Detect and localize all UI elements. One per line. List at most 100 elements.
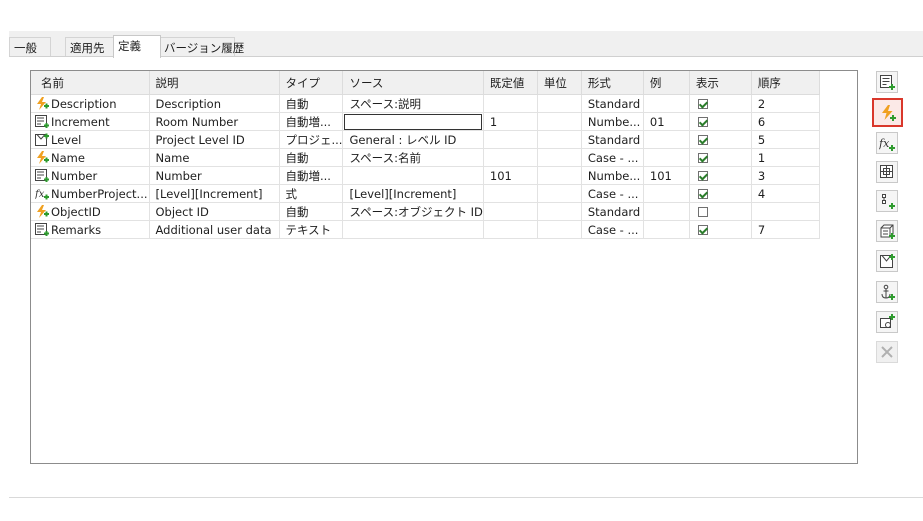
cell-example[interactable] [643, 130, 690, 149]
cell-visible[interactable] [689, 148, 752, 167]
property-definition-grid[interactable]: 名前 説明 タイプ ソース 既定値 単位 形式 例 表示 順序 Descript… [30, 70, 858, 464]
delete-property-button[interactable] [876, 341, 898, 363]
cell-type[interactable]: プロジェ... [279, 130, 344, 149]
cell-example[interactable]: 01 [643, 112, 690, 131]
add-text-property-button[interactable] [876, 71, 898, 93]
column-header-type[interactable]: タイプ [279, 71, 344, 95]
cell-type[interactable]: 式 [279, 184, 344, 203]
column-header-visible[interactable]: 表示 [689, 71, 752, 95]
cell-visible[interactable] [689, 94, 752, 113]
add-formula-property-button[interactable]: fx [876, 132, 898, 154]
cell-unit[interactable] [537, 148, 582, 167]
cell-default[interactable] [483, 202, 538, 221]
table-row[interactable]: ObjectID Object ID 自動 スペース:オブジェクト ID Standar… [31, 202, 820, 221]
cell-unit[interactable] [537, 94, 582, 113]
visible-checkbox[interactable] [697, 224, 708, 235]
cell-name[interactable]: ObjectID [31, 202, 150, 221]
cell-format[interactable]: Case - ... [581, 184, 644, 203]
cell-description[interactable]: [Level][Increment] [149, 184, 280, 203]
cell-unit[interactable] [537, 220, 582, 239]
cell-format[interactable]: Standard [581, 94, 644, 113]
cell-format[interactable]: Standard [581, 130, 644, 149]
cell-name[interactable]: Description [31, 94, 150, 113]
cell-name[interactable]: Number [31, 166, 150, 185]
column-header-default[interactable]: 既定値 [483, 71, 538, 95]
add-list-property-button[interactable] [876, 190, 898, 212]
add-reference-property-button[interactable] [876, 311, 898, 333]
cell-format[interactable]: Standard [581, 202, 644, 221]
cell-description[interactable]: Object ID [149, 202, 280, 221]
cell-order[interactable]: 6 [751, 112, 820, 131]
cell-format[interactable]: Case - ... [581, 220, 644, 239]
cell-example[interactable] [643, 202, 690, 221]
cell-type[interactable]: 自動増... [279, 166, 344, 185]
column-header-name[interactable]: 名前 [31, 71, 150, 95]
cell-description[interactable]: Project Level ID [149, 130, 280, 149]
cell-default[interactable]: 1 [483, 112, 538, 131]
cell-order[interactable]: 7 [751, 220, 820, 239]
column-header-example[interactable]: 例 [643, 71, 690, 95]
cell-example[interactable] [643, 220, 690, 239]
cell-visible[interactable] [689, 112, 752, 131]
cell-source[interactable]: General : レベル ID [342, 130, 484, 149]
visible-checkbox[interactable] [697, 116, 708, 127]
cell-format[interactable]: Numbe... [581, 166, 644, 185]
visible-checkbox[interactable] [697, 170, 708, 181]
cell-example[interactable] [643, 148, 690, 167]
cell-visible[interactable] [689, 130, 752, 149]
visible-checkbox[interactable] [697, 206, 708, 217]
visible-checkbox[interactable] [697, 134, 708, 145]
column-header-description[interactable]: 説明 [149, 71, 280, 95]
table-row[interactable]: Level Project Level ID プロジェ... General : レベ… [31, 130, 820, 149]
cell-default[interactable] [483, 220, 538, 239]
cell-source[interactable]: スペース:オブジェクト ID [342, 202, 484, 221]
add-anchor-property-button[interactable] [876, 281, 898, 303]
cell-unit[interactable] [537, 202, 582, 221]
add-level-property-button[interactable] [876, 250, 898, 272]
cell-visible[interactable] [689, 184, 752, 203]
cell-name[interactable]: fx NumberProject... [31, 184, 150, 203]
cell-visible[interactable] [689, 202, 752, 221]
cell-format[interactable]: Case - ... [581, 148, 644, 167]
table-row[interactable]: Name Name 自動 スペース:名前 Case - ... 1 [31, 148, 820, 167]
cell-default[interactable]: 101 [483, 166, 538, 185]
cell-order[interactable]: 1 [751, 148, 820, 167]
visible-checkbox[interactable] [697, 188, 708, 199]
cell-visible[interactable] [689, 220, 752, 239]
tab-general[interactable]: 一般 [9, 37, 51, 57]
cell-default[interactable] [483, 130, 538, 149]
cell-type[interactable]: テキスト [279, 220, 344, 239]
tab-version-history[interactable]: バージョン履歴 [159, 37, 244, 57]
cell-description[interactable]: Additional user data [149, 220, 280, 239]
cell-type[interactable]: 自動 [279, 94, 344, 113]
column-header-order[interactable]: 順序 [751, 71, 820, 95]
cell-order[interactable]: 5 [751, 130, 820, 149]
cell-example[interactable] [643, 94, 690, 113]
cell-example[interactable] [643, 184, 690, 203]
table-row[interactable]: Number Number 自動増... 101 Numbe... 101 3 [31, 166, 820, 185]
add-automatic-property-button[interactable] [872, 98, 903, 127]
tab-applies-to[interactable]: 適用先 [65, 37, 115, 57]
table-row[interactable]: fx NumberProject... [Level][Increment] 式 [Le… [31, 184, 820, 203]
cell-order[interactable]: 2 [751, 94, 820, 113]
column-header-unit[interactable]: 単位 [537, 71, 582, 95]
cell-description[interactable]: Name [149, 148, 280, 167]
cell-name[interactable]: Level [31, 130, 150, 149]
cell-order[interactable]: 4 [751, 184, 820, 203]
cell-default[interactable] [483, 184, 538, 203]
cell-description[interactable]: Room Number [149, 112, 280, 131]
visible-checkbox[interactable] [697, 152, 708, 163]
cell-order[interactable] [751, 202, 820, 221]
cell-default[interactable] [483, 148, 538, 167]
table-row[interactable]: Description Description 自動 スペース:説明 Standard 2 [31, 94, 820, 113]
cell-source[interactable]: [Level][Increment] [342, 184, 484, 203]
column-header-format[interactable]: 形式 [581, 71, 644, 95]
cell-default[interactable] [483, 94, 538, 113]
cell-unit[interactable] [537, 130, 582, 149]
cell-unit[interactable] [537, 166, 582, 185]
tab-definition[interactable]: 定義 [113, 35, 161, 58]
cell-name[interactable]: Increment [31, 112, 150, 131]
cell-source[interactable] [342, 166, 484, 185]
cell-type[interactable]: 自動 [279, 202, 344, 221]
cell-visible[interactable] [689, 166, 752, 185]
